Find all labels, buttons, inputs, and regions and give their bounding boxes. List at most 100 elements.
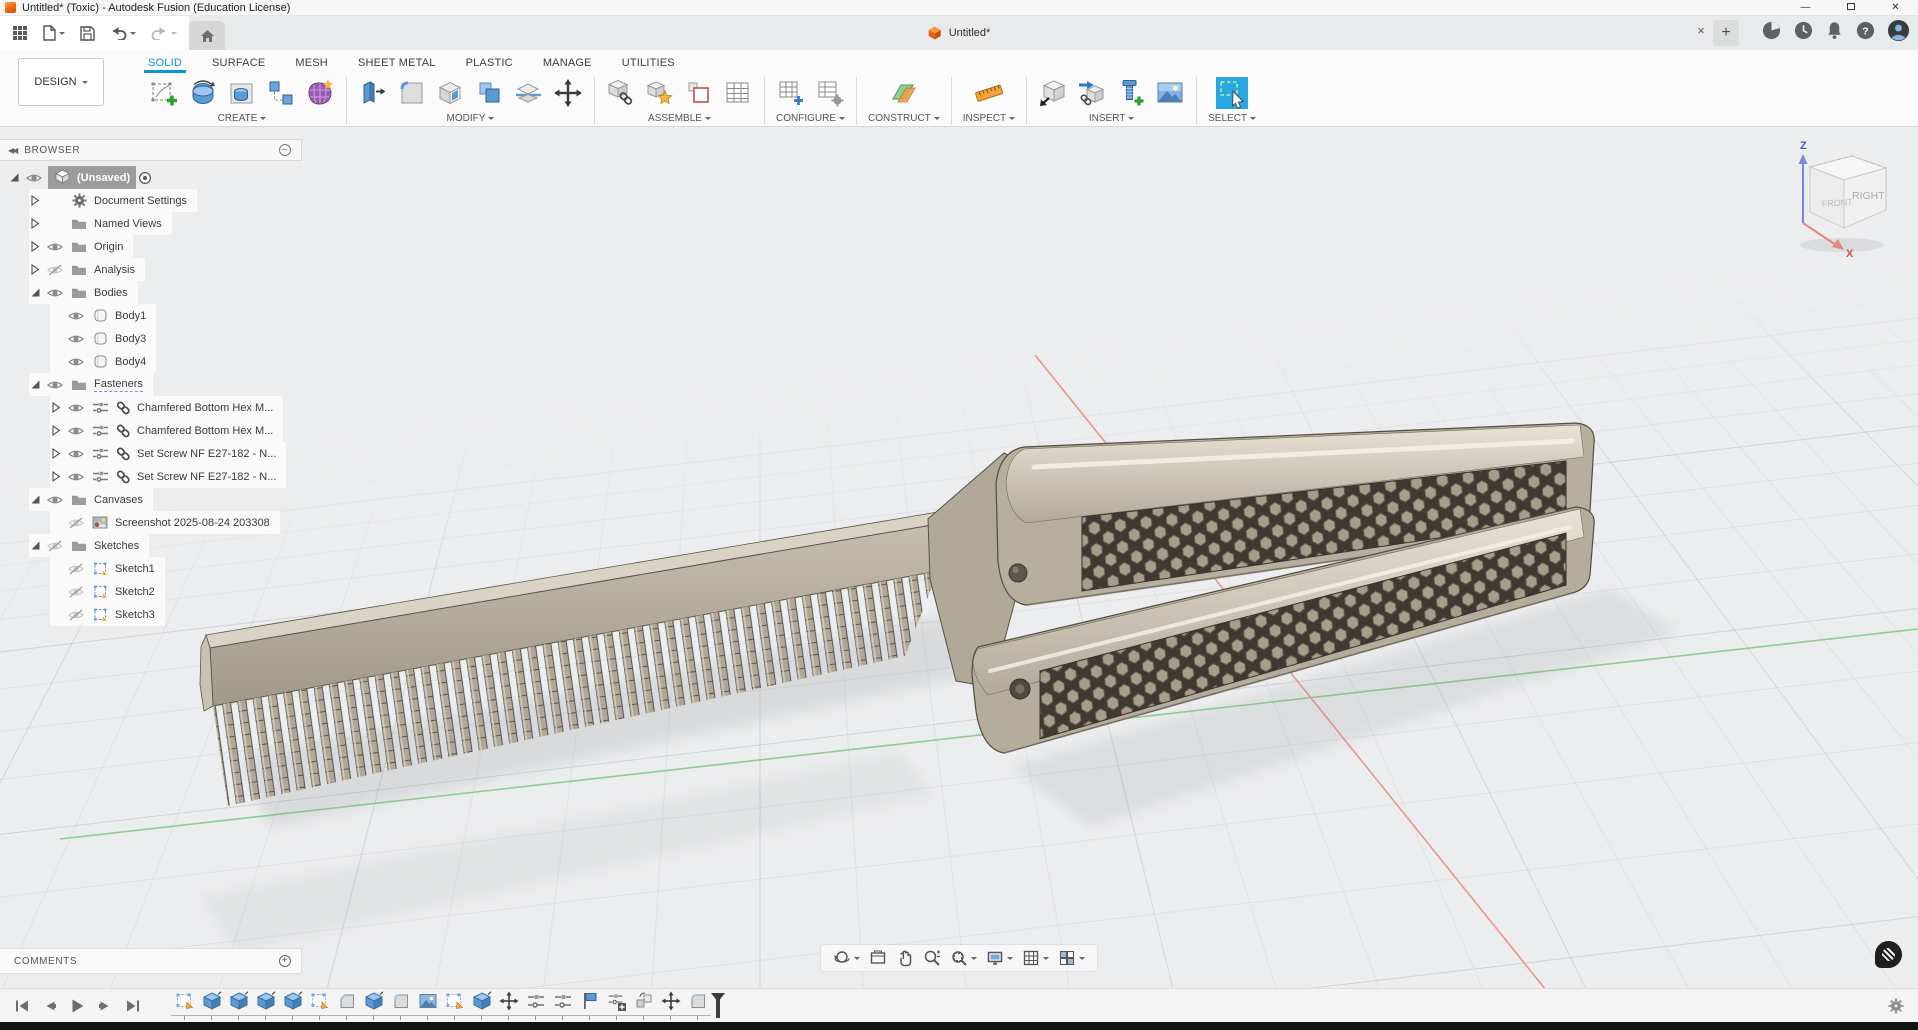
visibility-eye-icon[interactable] (46, 241, 64, 253)
browser-item-fasteners[interactable]: Fasteners (29, 373, 153, 396)
undo-icon[interactable] (110, 26, 136, 40)
viewports-tool-icon[interactable] (1058, 949, 1085, 967)
expand-icon[interactable] (50, 470, 62, 483)
add-comment-icon[interactable]: + (279, 955, 291, 967)
as-built-joint-icon[interactable] (684, 78, 714, 108)
collapse-icon[interactable] (29, 379, 41, 390)
browser-header[interactable]: ◀◀ BROWSER – (0, 139, 302, 161)
insert-fastener-icon[interactable] (1116, 78, 1146, 108)
save-icon[interactable] (80, 26, 95, 41)
go-to-end-button[interactable] (125, 999, 141, 1013)
configure-features-icon[interactable] (815, 78, 845, 108)
group-label-select[interactable]: SELECT (1208, 113, 1247, 124)
combine-icon[interactable] (475, 78, 505, 108)
visibility-eye-icon[interactable] (67, 425, 85, 437)
pan-tool-icon[interactable] (896, 949, 914, 967)
browser-item-set-screw-nf-e27-182-n[interactable]: Set Screw NF E27-182 - N... (50, 442, 286, 465)
go-to-start-button[interactable] (14, 999, 30, 1013)
extensions-icon[interactable] (1761, 20, 1782, 46)
hole-icon[interactable] (227, 78, 257, 108)
visibility-eye-icon[interactable] (67, 448, 85, 460)
timeline-playhead[interactable] (716, 994, 720, 1018)
minimize-icon[interactable]: — (1783, 0, 1828, 16)
comments-panel[interactable]: COMMENTS + (0, 948, 302, 974)
browser-item-sketches[interactable]: Sketches (29, 534, 149, 557)
maximize-icon[interactable] (1828, 0, 1873, 16)
browser-item-chamfered-bottom-hex-m[interactable]: Chamfered Bottom Hex M... (50, 419, 283, 442)
browser-item-body3[interactable]: Body3 (50, 327, 156, 350)
visibility-eye-off-icon[interactable] (67, 586, 85, 598)
group-label-inspect[interactable]: INSPECT (963, 113, 1006, 124)
collapse-icon[interactable] (29, 540, 41, 551)
collapse-panel-icon[interactable]: ◀◀ (8, 146, 16, 155)
browser-item-sketch3[interactable]: Sketch3 (50, 603, 165, 626)
rectangular-pattern-icon[interactable] (266, 78, 296, 108)
new-tab-button[interactable]: + (1713, 20, 1739, 46)
browser-item-body4[interactable]: Body4 (50, 350, 156, 373)
visibility-eye-icon[interactable] (67, 356, 85, 368)
browser-item-document-settings[interactable]: Document Settings (29, 189, 197, 212)
offset-plane-icon[interactable] (889, 78, 919, 108)
fit-tool-icon[interactable] (950, 949, 977, 967)
group-label-modify[interactable]: MODIFY (447, 113, 486, 124)
split-body-icon[interactable] (514, 78, 544, 108)
press-pull-icon[interactable] (358, 78, 388, 108)
visibility-eye-icon[interactable] (46, 379, 64, 391)
tab-manage[interactable]: MANAGE (543, 57, 592, 73)
derive-icon[interactable] (1038, 78, 1068, 108)
expand-icon[interactable] (29, 194, 41, 207)
browser-item-screenshot-2025-08-24-203308[interactable]: Screenshot 2025-08-24 203308 (50, 511, 280, 534)
visibility-eye-icon[interactable] (46, 287, 64, 299)
browser-item-analysis[interactable]: Analysis (29, 258, 145, 281)
home-tab[interactable] (189, 21, 225, 50)
orbit-tool-icon[interactable] (833, 949, 860, 967)
visibility-eye-icon[interactable] (67, 310, 85, 322)
collapse-icon[interactable] (8, 172, 20, 183)
tab-sheet-metal[interactable]: SHEET METAL (358, 57, 436, 73)
browser-item-set-screw-nf-e27-182-n[interactable]: Set Screw NF E27-182 - N... (50, 465, 286, 488)
file-menu-icon[interactable] (43, 25, 65, 41)
workspace-switcher[interactable]: DESIGN (18, 58, 104, 106)
browser-item-origin[interactable]: Origin (29, 235, 133, 258)
profile-avatar[interactable] (1887, 19, 1910, 47)
select-icon[interactable] (1215, 76, 1249, 110)
display-settings-tool-icon[interactable] (986, 949, 1013, 967)
move-copy-icon[interactable] (553, 78, 583, 108)
browser-item-body1[interactable]: Body1 (50, 304, 156, 327)
group-label-assemble[interactable]: ASSEMBLE (648, 113, 702, 124)
redo-icon[interactable] (151, 26, 177, 40)
browser-item-bodies[interactable]: Bodies (29, 281, 138, 304)
minimize-panel-icon[interactable]: – (279, 144, 291, 156)
tab-utilities[interactable]: UTILITIES (622, 57, 675, 73)
visibility-eye-icon[interactable] (67, 471, 85, 483)
visibility-eye-off-icon[interactable] (67, 517, 85, 529)
visibility-eye-icon[interactable] (25, 172, 43, 184)
app-launcher-icon[interactable] (12, 25, 28, 41)
shell-icon[interactable] (436, 78, 466, 108)
tab-solid[interactable]: SOLID (148, 57, 182, 73)
expand-icon[interactable] (29, 263, 41, 276)
expand-icon[interactable] (29, 217, 41, 230)
play-button[interactable] (70, 998, 85, 1014)
create-sketch-icon[interactable] (149, 78, 179, 108)
zoom-tool-icon[interactable] (923, 949, 941, 967)
step-back-button[interactable] (43, 999, 57, 1013)
bom-icon[interactable] (723, 78, 753, 108)
visibility-eye-icon[interactable] (67, 402, 85, 414)
browser-item-named-views[interactable]: Named Views (29, 212, 172, 235)
viewport-canvas[interactable]: ◀◀ BROWSER – (Unsaved)Document SettingsN… (0, 127, 1918, 988)
group-label-insert[interactable]: INSERT (1089, 113, 1126, 124)
timeline-settings-gear-icon[interactable] (1888, 998, 1904, 1019)
browser-item-canvases[interactable]: Canvases (29, 488, 153, 511)
visibility-eye-off-icon[interactable] (46, 540, 64, 552)
help-icon[interactable]: ? (1855, 20, 1876, 46)
collapse-icon[interactable] (29, 287, 41, 298)
job-status-icon[interactable] (1793, 20, 1814, 46)
collapse-icon[interactable] (29, 494, 41, 505)
group-label-configure[interactable]: CONFIGURE (776, 113, 836, 124)
new-component-icon[interactable] (606, 78, 636, 108)
insert-canvas-icon[interactable] (1155, 78, 1185, 108)
document-tab[interactable]: Untitled* (928, 16, 991, 50)
group-label-construct[interactable]: CONSTRUCT (868, 113, 931, 124)
expand-icon[interactable] (50, 447, 62, 460)
